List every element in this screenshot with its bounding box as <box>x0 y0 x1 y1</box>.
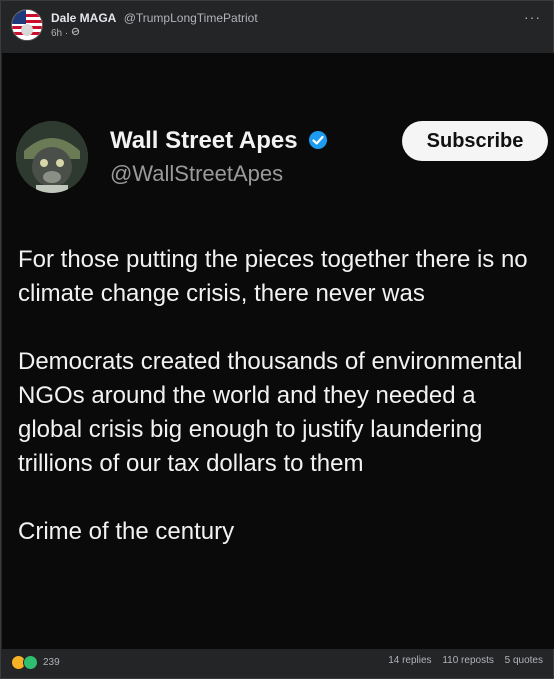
tweet-paragraph: Democrats created thousands of environme… <box>18 348 523 477</box>
ape-avatar-icon <box>16 121 88 193</box>
embedded-name-text: Wall Street Apes <box>110 127 298 154</box>
care-reaction-icon <box>23 655 38 670</box>
post-meta: 6h · <box>51 27 80 39</box>
post-footer: 239 14 replies 110 reposts 5 quotes <box>11 655 543 671</box>
reactions-summary[interactable]: 239 <box>11 655 60 670</box>
post-card: Dale MAGA @TrumpLongTimePatriot 6h · ··· <box>0 0 554 679</box>
embedded-handle: @WallStreetApes <box>110 161 284 186</box>
author-name[interactable]: Dale MAGA <box>51 11 116 25</box>
post-time[interactable]: 6h <box>51 28 62 39</box>
engagement-stats: 14 replies 110 reposts 5 quotes <box>380 655 543 666</box>
audience-icon <box>71 27 80 36</box>
flag-avatar-icon <box>12 10 42 40</box>
tweet-paragraph: Crime of the century <box>18 518 235 545</box>
quotes-count[interactable]: 5 quotes <box>505 655 543 666</box>
verified-badge-icon <box>309 131 328 149</box>
embedded-account-name: Wall Street Apes <box>110 127 328 155</box>
post-header: Dale MAGA @TrumpLongTimePatriot 6h · ··· <box>11 9 543 49</box>
author-line: Dale MAGA @TrumpLongTimePatriot <box>51 11 258 25</box>
author-handle[interactable]: @TrumpLongTimePatriot <box>124 11 258 25</box>
meta-separator: · <box>64 28 69 39</box>
embedded-tweet-text: For those putting the pieces together th… <box>18 243 538 583</box>
author-avatar[interactable] <box>11 9 43 41</box>
replies-count[interactable]: 14 replies <box>388 655 431 666</box>
reaction-count: 239 <box>43 657 60 668</box>
more-options-icon[interactable]: ··· <box>524 9 541 25</box>
tweet-paragraph: For those putting the pieces together th… <box>18 246 528 307</box>
subscribe-button: Subscribe <box>402 121 548 161</box>
reposts-count[interactable]: 110 reposts <box>442 655 494 666</box>
embedded-tweet-screenshot[interactable]: Wall Street Apes @WallStreetApes Subscri… <box>2 53 554 649</box>
